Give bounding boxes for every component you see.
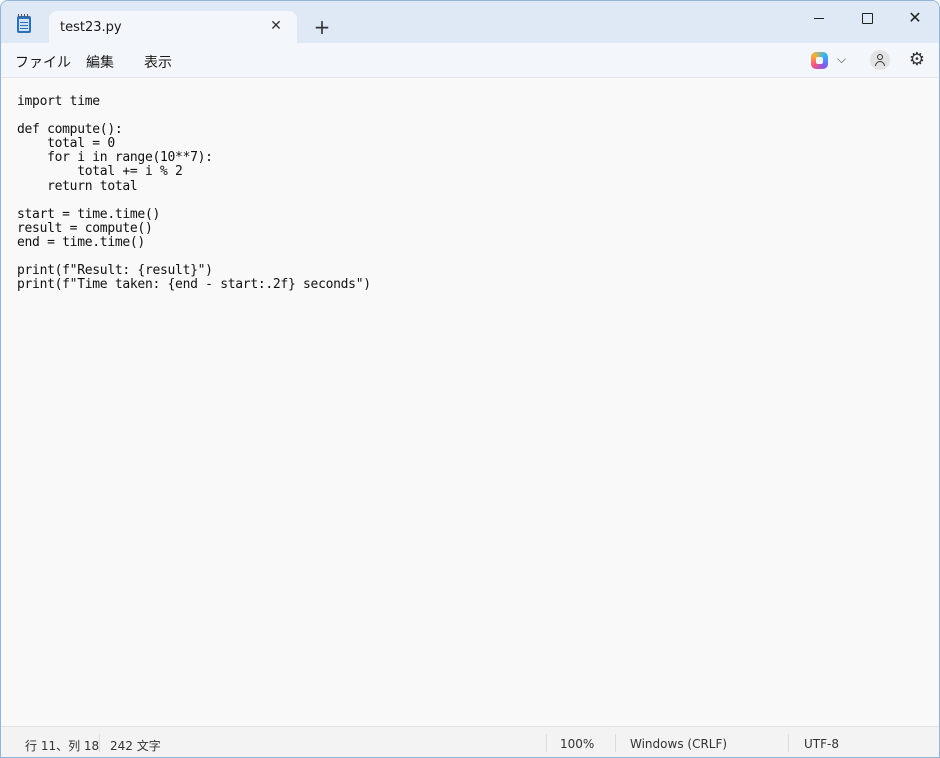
code-line[interactable]: print(f"Time taken: {end - start:.2f} se…	[17, 278, 371, 292]
account-icon[interactable]	[870, 50, 890, 70]
code-line[interactable]	[17, 194, 371, 208]
menu-bar: ファイル 編集 表示 ⌵ ⚙	[1, 43, 939, 78]
maximize-button[interactable]	[844, 5, 890, 31]
tab-test23[interactable]: test23.py ✕	[49, 11, 297, 43]
cursor-position: 行 11、列 18	[25, 739, 100, 753]
status-bar: 行 11、列 18 242 文字 100% Windows (CRLF) UTF…	[1, 726, 939, 757]
code-line[interactable]	[17, 109, 371, 123]
text-editor[interactable]: import time def compute(): total = 0 for …	[1, 78, 939, 725]
menu-file[interactable]: ファイル	[15, 52, 71, 72]
code-line[interactable]: end = time.time()	[17, 235, 371, 250]
new-tab-button[interactable]: +	[311, 16, 333, 38]
code-text[interactable]: import time def compute(): total = 0 for …	[17, 94, 371, 292]
menu-view[interactable]: 表示	[144, 52, 172, 72]
code-line[interactable]: total = 0	[17, 137, 371, 151]
line-ending[interactable]: Windows (CRLF)	[630, 737, 727, 751]
minimize-icon	[814, 18, 824, 19]
chevron-down-icon[interactable]: ⌵	[837, 52, 846, 67]
code-line[interactable]	[17, 250, 371, 264]
code-line[interactable]: print(f"Result: {result}")	[17, 264, 371, 278]
settings-icon[interactable]: ⚙	[907, 50, 927, 70]
copilot-icon[interactable]	[811, 52, 828, 69]
code-line[interactable]: import time	[17, 94, 371, 109]
code-line[interactable]: for i in range(10**7):	[17, 151, 371, 165]
title-bar[interactable]: test23.py ✕ + ✕	[1, 1, 939, 43]
encoding[interactable]: UTF-8	[804, 737, 839, 751]
code-line[interactable]: result = compute()	[17, 221, 371, 236]
close-icon: ✕	[908, 8, 922, 27]
menu-edit[interactable]: 編集	[86, 52, 114, 72]
close-tab-icon[interactable]: ✕	[267, 17, 285, 35]
maximize-icon	[861, 13, 873, 24]
status-divider	[99, 734, 100, 752]
notepad-window: test23.py ✕ + ✕ ファイル 編集 表示 ⌵ ⚙ import ti…	[0, 0, 940, 758]
minimize-button[interactable]	[796, 5, 842, 31]
code-line[interactable]: return total	[17, 179, 371, 194]
status-divider	[615, 734, 616, 752]
character-count: 242 文字	[110, 739, 161, 753]
zoom-level[interactable]: 100%	[560, 737, 594, 751]
tab-title: test23.py	[60, 20, 122, 35]
close-window-button[interactable]: ✕	[892, 5, 938, 31]
status-divider	[546, 734, 547, 752]
status-divider	[788, 734, 789, 752]
code-line[interactable]: start = time.time()	[17, 207, 371, 222]
code-line[interactable]: def compute():	[17, 123, 371, 137]
code-line[interactable]: total += i % 2	[17, 165, 371, 179]
notepad-icon	[17, 14, 31, 33]
